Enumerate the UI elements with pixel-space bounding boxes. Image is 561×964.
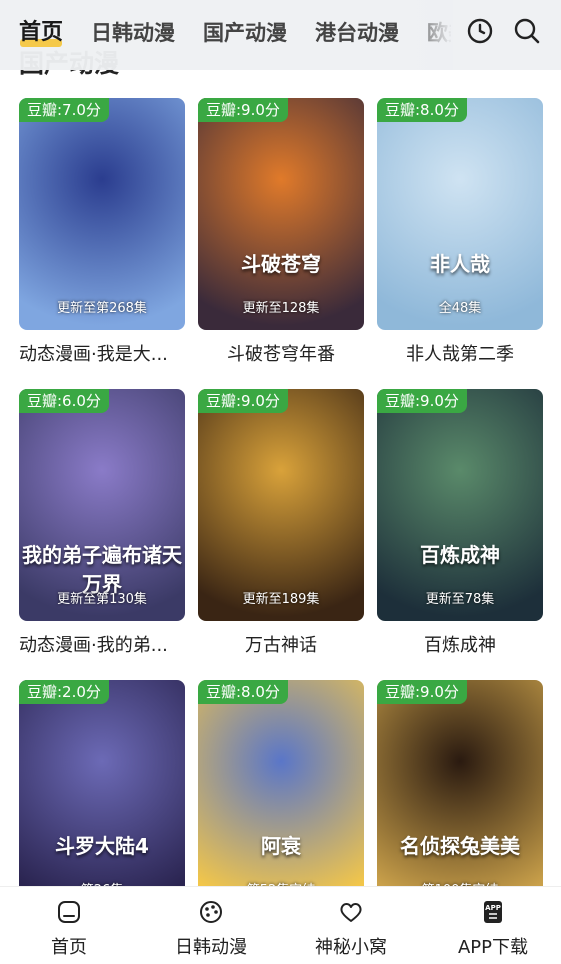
anime-title[interactable]: 非人哉第二季: [377, 340, 543, 366]
clock-icon[interactable]: [465, 16, 495, 46]
episode-status: 更新至78集: [425, 592, 495, 607]
douban-score-badge: 豆瓣:9.0分: [198, 98, 288, 122]
nav-home[interactable]: 首页: [4, 899, 134, 959]
episode-status: 更新至128集: [242, 301, 320, 316]
tab-hk-tw[interactable]: 港台动漫: [315, 16, 399, 50]
poster-art-title: 名侦探兔美美: [400, 834, 520, 858]
anime-card[interactable]: 豆瓣:9.0分更新至189集万古神话: [198, 389, 364, 657]
anime-poster[interactable]: 我的弟子遍布诸天万界 豆瓣:6.0分 更新至第130集: [19, 389, 185, 621]
douban-score-badge: 豆瓣:7.0分: [19, 98, 109, 122]
episode-status: 更新至第268集: [57, 301, 147, 316]
poster-artwork: [198, 98, 364, 330]
poster-artwork: [19, 680, 185, 912]
douban-score-badge: 豆瓣:8.0分: [377, 98, 467, 122]
nav-home-label: 首页: [51, 937, 87, 958]
tab-japan-korea[interactable]: 日韩动漫: [91, 16, 175, 50]
anime-card[interactable]: 豆瓣:7.0分更新至第268集动态漫画·我是大...: [19, 98, 185, 366]
poster-art-title: 阿衰: [261, 834, 301, 858]
douban-score-badge: 豆瓣:9.0分: [377, 680, 467, 704]
tab-domestic[interactable]: 国产动漫: [203, 16, 287, 50]
anime-card[interactable]: 百炼成神 豆瓣:9.0分 更新至78集 百炼成神: [377, 389, 543, 657]
category-tabs: 首页 日韩动漫 国产动漫 港台动漫 欧美: [19, 16, 451, 50]
anime-poster[interactable]: 非人哉 豆瓣:8.0分全48集: [377, 98, 543, 330]
nav-secret-nest-label: 神秘小窝: [315, 937, 387, 958]
tab-home[interactable]: 首页: [19, 16, 63, 50]
search-icon[interactable]: [512, 16, 542, 46]
anime-poster[interactable]: 豆瓣:9.0分更新至189集: [198, 389, 364, 621]
bottom-nav: 首页 日韩动漫 神秘小窝 APP APP下载: [0, 886, 561, 964]
anime-title[interactable]: 百炼成神: [377, 631, 543, 657]
anime-poster[interactable]: 斗罗大陆4豆瓣:2.0分第26集: [19, 680, 185, 912]
nav-secret-nest[interactable]: 神秘小窝: [286, 899, 416, 959]
anime-poster[interactable]: 斗破苍穹 豆瓣:9.0分更新至128集: [198, 98, 364, 330]
svg-text:APP: APP: [485, 904, 501, 912]
douban-score-badge: 豆瓣:8.0分: [198, 680, 288, 704]
anime-poster[interactable]: 名侦探兔美美豆瓣:9.0分第100集完结: [377, 680, 543, 912]
anime-card[interactable]: 非人哉 豆瓣:8.0分全48集非人哉第二季: [377, 98, 543, 366]
app-download-icon: APP: [484, 901, 502, 923]
anime-title[interactable]: 万古神话: [198, 631, 364, 657]
poster-art-title: 非人哉: [430, 252, 490, 276]
douban-score-badge: 豆瓣:2.0分: [19, 680, 109, 704]
anime-poster[interactable]: 豆瓣:7.0分更新至第268集: [19, 98, 185, 330]
poster-artwork: [377, 389, 543, 621]
tab-fade: [405, 0, 453, 70]
nav-japan-korea[interactable]: 日韩动漫: [146, 899, 276, 959]
poster-art-title: 百炼成神: [420, 543, 500, 567]
poster-art-title: 斗破苍穹: [241, 252, 321, 276]
nav-app-download-label: APP下载: [457, 937, 529, 958]
episode-status: 更新至第130集: [57, 592, 147, 607]
poster-artwork: [377, 680, 543, 912]
heart-icon: [340, 903, 362, 922]
anime-poster[interactable]: 阿衰豆瓣:8.0分第52集完结: [198, 680, 364, 912]
poster-artwork: [377, 98, 543, 330]
anime-title[interactable]: 动态漫画·我的弟...: [19, 631, 185, 657]
poster-art-title: 斗罗大陆4: [55, 834, 149, 858]
anime-title[interactable]: 斗破苍穹年番: [198, 340, 364, 366]
poster-artwork: [198, 680, 364, 912]
douban-score-badge: 豆瓣:9.0分: [198, 389, 288, 413]
nav-app-download[interactable]: APP APP下载: [428, 899, 558, 959]
nav-japan-korea-label: 日韩动漫: [175, 937, 247, 958]
episode-status: 更新至189集: [242, 592, 320, 607]
episode-status: 全48集: [438, 301, 482, 316]
anime-title[interactable]: 动态漫画·我是大...: [19, 340, 185, 366]
home-icon: [58, 901, 80, 923]
top-tab-bar: 首页 日韩动漫 国产动漫 港台动漫 欧美: [0, 0, 561, 70]
anime-card[interactable]: 我的弟子遍布诸天万界 豆瓣:6.0分 更新至第130集 动态漫画·我的弟...: [19, 389, 185, 657]
poster-artwork: [19, 98, 185, 330]
poster-artwork: [198, 389, 364, 621]
anime-card[interactable]: 斗破苍穹 豆瓣:9.0分更新至128集斗破苍穹年番: [198, 98, 364, 366]
douban-score-badge: 豆瓣:9.0分: [377, 389, 467, 413]
anime-poster[interactable]: 百炼成神 豆瓣:9.0分更新至78集: [377, 389, 543, 621]
douban-score-badge: 豆瓣:6.0分: [19, 389, 109, 413]
palette-icon: [200, 901, 222, 923]
